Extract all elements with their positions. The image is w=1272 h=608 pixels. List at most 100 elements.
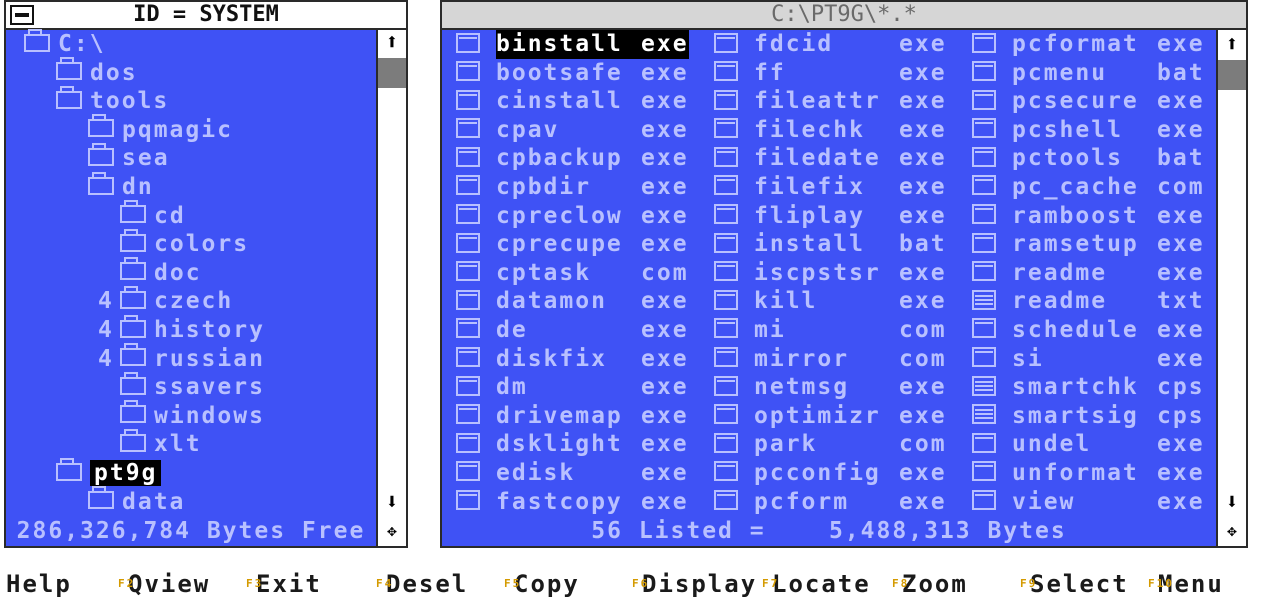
- scroll-down-arrow-icon[interactable]: ⬇: [378, 490, 406, 516]
- tree-node[interactable]: tools: [56, 85, 169, 115]
- tree-node[interactable]: xlt: [120, 428, 202, 458]
- file-name: schedule: [1012, 316, 1139, 343]
- menu-item-copy[interactable]: F5Copy: [504, 570, 580, 598]
- tree-node[interactable]: C:\: [24, 28, 106, 58]
- menu-item-help[interactable]: Help: [6, 570, 72, 598]
- file-entry[interactable]: cpbdir exe: [456, 173, 689, 202]
- tree-node[interactable]: doc: [120, 257, 202, 287]
- file-entry[interactable]: view exe: [972, 488, 1205, 517]
- tree-node[interactable]: colors: [120, 228, 249, 258]
- tree-node[interactable]: cd: [120, 200, 186, 230]
- file-entry[interactable]: ff exe: [714, 59, 947, 88]
- files-scrollbar[interactable]: ⬆ ⬇ ✥: [1216, 30, 1246, 546]
- file-entry[interactable]: ramsetup exe: [972, 230, 1205, 259]
- file-entry[interactable]: bootsafe exe: [456, 59, 689, 88]
- file-name: pcformat: [1012, 31, 1139, 57]
- menu-item-menu[interactable]: F10Menu: [1148, 570, 1224, 598]
- file-entry[interactable]: smartchk cps: [972, 373, 1205, 402]
- file-entry[interactable]: fastcopy exe: [456, 488, 689, 517]
- file-entry[interactable]: kill exe: [714, 287, 947, 316]
- file-icon: [972, 32, 996, 53]
- menu-item-exit[interactable]: F3Exit: [246, 570, 322, 598]
- scroll-up-arrow-icon[interactable]: ⬆: [378, 30, 406, 56]
- file-entry[interactable]: fdcid exe: [714, 30, 947, 59]
- file-entry[interactable]: park com: [714, 430, 947, 459]
- file-entry[interactable]: pc_cache com: [972, 173, 1205, 202]
- file-entry[interactable]: cptask com: [456, 259, 689, 288]
- file-extension: exe: [1157, 316, 1205, 343]
- file-entry[interactable]: smartsig cps: [972, 402, 1205, 431]
- tree-scrollbar[interactable]: ⬆ ⬇ ✥: [376, 30, 406, 546]
- scroll-down-arrow-icon[interactable]: ⬇: [1218, 490, 1246, 516]
- scroll-thumb[interactable]: [1218, 60, 1246, 90]
- tree-node-label: dn: [122, 174, 154, 200]
- tree-node[interactable]: pqmagic: [88, 114, 233, 144]
- file-entry[interactable]: edisk exe: [456, 459, 689, 488]
- file-entry[interactable]: pcmenu bat: [972, 59, 1205, 88]
- file-icon: [714, 175, 738, 196]
- menu-item-locate[interactable]: F7Locate: [762, 570, 871, 598]
- file-entry[interactable]: pcshell exe: [972, 116, 1205, 145]
- file-entry[interactable]: si exe: [972, 345, 1205, 374]
- file-entry[interactable]: diskfix exe: [456, 345, 689, 374]
- tree-node[interactable]: pt9g: [56, 457, 162, 487]
- file-icon: [714, 375, 738, 396]
- tree-node[interactable]: sea: [88, 142, 170, 172]
- file-entry[interactable]: fileattr exe: [714, 87, 947, 116]
- file-entry[interactable]: netmsg exe: [714, 373, 947, 402]
- file-entry[interactable]: filechk exe: [714, 116, 947, 145]
- menu-item-label: Desel: [386, 570, 469, 598]
- file-entry[interactable]: pcformat exe: [972, 30, 1205, 59]
- tree-node[interactable]: windows: [120, 400, 265, 430]
- tree-node[interactable]: ssavers: [120, 371, 265, 401]
- file-entry[interactable]: drivemap exe: [456, 402, 689, 431]
- tree-node[interactable]: dos: [56, 57, 138, 87]
- file-entry[interactable]: filedate exe: [714, 144, 947, 173]
- file-entry[interactable]: cpav exe: [456, 116, 689, 145]
- file-entry[interactable]: de exe: [456, 316, 689, 345]
- file-entry[interactable]: cinstall exe: [456, 87, 689, 116]
- tree-node[interactable]: 4 russian: [98, 343, 265, 373]
- file-entry[interactable]: pcconfig exe: [714, 459, 947, 488]
- file-entry[interactable]: fliplay exe: [714, 202, 947, 231]
- file-entry[interactable]: binstall exe: [456, 30, 689, 59]
- file-extension: exe: [899, 59, 947, 86]
- file-entry[interactable]: mirror com: [714, 345, 947, 374]
- file-entry[interactable]: dm exe: [456, 373, 689, 402]
- file-entry[interactable]: cpbackup exe: [456, 144, 689, 173]
- resize-icon[interactable]: ✥: [1218, 518, 1246, 544]
- file-entry[interactable]: readme txt: [972, 287, 1205, 316]
- menu-item-qview[interactable]: F2Qview: [118, 570, 210, 598]
- menu-item-desel[interactable]: F4Desel: [376, 570, 468, 598]
- menu-item-select[interactable]: F9Select: [1020, 570, 1129, 598]
- scroll-up-arrow-icon[interactable]: ⬆: [1218, 32, 1246, 58]
- file-entry[interactable]: iscpstsr exe: [714, 259, 947, 288]
- file-entry[interactable]: dsklight exe: [456, 430, 689, 459]
- file-entry[interactable]: mi com: [714, 316, 947, 345]
- scroll-thumb[interactable]: [378, 58, 406, 88]
- file-entry[interactable]: pcsecure exe: [972, 87, 1205, 116]
- file-name: filefix: [754, 173, 865, 200]
- file-entry[interactable]: ramboost exe: [972, 202, 1205, 231]
- file-entry[interactable]: undel exe: [972, 430, 1205, 459]
- file-entry[interactable]: readme exe: [972, 259, 1205, 288]
- menu-item-display[interactable]: F6Display: [632, 570, 757, 598]
- file-entry[interactable]: cprecupe exe: [456, 230, 689, 259]
- file-entry[interactable]: datamon exe: [456, 287, 689, 316]
- file-name: datamon: [496, 288, 607, 315]
- file-entry[interactable]: pctools bat: [972, 144, 1205, 173]
- file-icon: [714, 432, 738, 453]
- resize-icon[interactable]: ✥: [378, 518, 406, 544]
- file-entry[interactable]: filefix exe: [714, 173, 947, 202]
- tree-node[interactable]: 4 czech: [98, 285, 233, 315]
- file-entry[interactable]: unformat exe: [972, 459, 1205, 488]
- file-entry[interactable]: cpreclow exe: [456, 202, 689, 231]
- tree-node[interactable]: 4 history: [98, 314, 265, 344]
- file-entry[interactable]: install bat: [714, 230, 947, 259]
- file-entry[interactable]: optimizr exe: [714, 402, 947, 431]
- file-entry[interactable]: schedule exe: [972, 316, 1205, 345]
- menu-item-zoom[interactable]: F8Zoom: [892, 570, 968, 598]
- tree-node[interactable]: dn: [88, 171, 154, 201]
- file-entry[interactable]: pcform exe: [714, 488, 947, 517]
- tree-node[interactable]: data: [88, 486, 185, 516]
